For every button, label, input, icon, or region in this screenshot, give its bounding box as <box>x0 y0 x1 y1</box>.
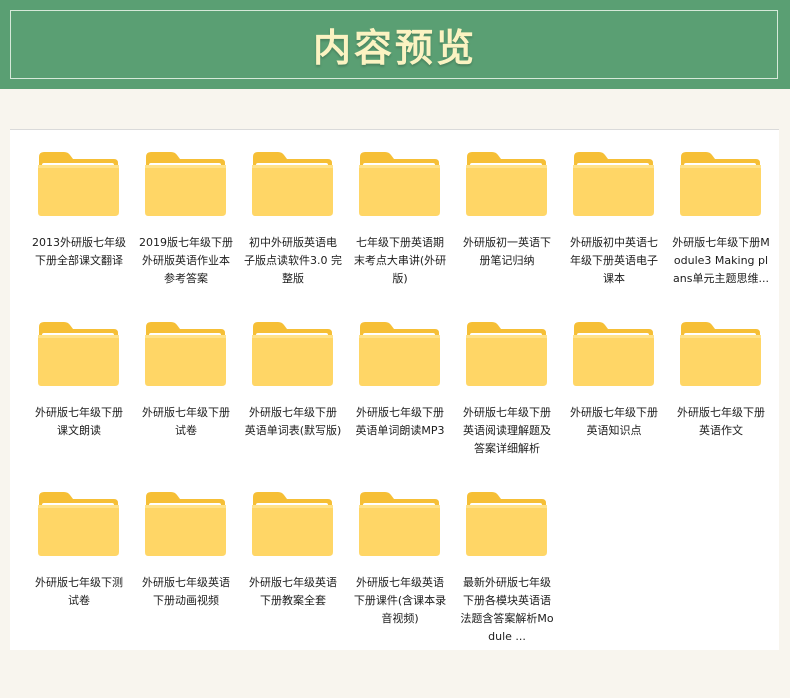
folder-name: 外研版七年级英语下册课件(含课本录音视频) <box>353 576 447 625</box>
folder-item[interactable]: 外研版七年级下册课文朗读 <box>10 300 123 470</box>
folder-icon <box>359 322 440 386</box>
folder-name: 外研版七年级英语下册教案全套 <box>249 576 337 607</box>
folder-name: 外研版七年级下册英语作文 <box>677 406 765 437</box>
folder-item[interactable]: 外研版七年级下册英语单词表(默写版) <box>224 300 341 470</box>
folder-icon <box>466 152 547 216</box>
folder-name: 外研版七年级下册试卷 <box>142 406 230 437</box>
folder-name: 外研版初中英语七年级下册英语电子课本 <box>570 236 658 285</box>
folder-icon <box>38 322 119 386</box>
folder-name: 外研版七年级下册英语单词朗读MP3 <box>355 406 445 437</box>
folder-icon <box>145 152 226 216</box>
folder-item[interactable]: 外研版初中英语七年级下册英语电子课本 <box>545 130 658 300</box>
folder-name: 外研版七年级下测试卷 <box>35 576 123 607</box>
folder-icon <box>145 322 226 386</box>
folder-icon <box>359 152 440 216</box>
folder-icon <box>252 322 333 386</box>
folder-icon <box>680 152 761 216</box>
folder-icon <box>38 152 119 216</box>
folder-name: 初中外研版英语电子版点读软件3.0 完整版 <box>244 236 342 285</box>
folder-name: 外研版七年级下册英语单词表(默写版) <box>244 406 342 437</box>
file-panel: 2013外研版七年级下册全部课文翻译 2019版七年级下册外研版英语作业本参考答… <box>10 129 779 650</box>
folder-icon <box>252 152 333 216</box>
folder-item[interactable]: 外研版七年级英语下册动画视频 <box>117 470 230 640</box>
folder-name: 外研版初一英语下册笔记归纳 <box>463 236 551 267</box>
folder-name: 最新外研版七年级下册各模块英语语法题含答案解析Module ... <box>460 576 554 643</box>
folder-item[interactable]: 外研版七年级下册试卷 <box>117 300 230 470</box>
folder-name: 七年级下册英语期末考点大串讲(外研版) <box>353 236 447 285</box>
folder-item[interactable]: 外研版七年级英语下册教案全套 <box>224 470 337 640</box>
folder-name: 外研版七年级下册英语阅读理解题及答案详细解析 <box>463 406 551 455</box>
folder-name: 外研版七年级英语下册动画视频 <box>142 576 230 607</box>
folder-item[interactable]: 外研版七年级下册英语阅读理解题及答案详细解析 <box>438 300 551 470</box>
folder-name: 外研版七年级下册英语知识点 <box>570 406 658 437</box>
folder-icon <box>145 492 226 556</box>
folder-item[interactable]: 七年级下册英语期末考点大串讲(外研版) <box>331 130 446 300</box>
folder-item[interactable]: 外研版七年级下册英语作文 <box>652 300 765 470</box>
folder-icon <box>466 322 547 386</box>
folder-item[interactable]: 外研版初一英语下册笔记归纳 <box>438 130 551 300</box>
folder-item[interactable]: 外研版七年级英语下册课件(含课本录音视频) <box>331 470 446 640</box>
folder-icon <box>680 322 761 386</box>
folder-item[interactable]: 外研版七年级下册英语单词朗读MP3 <box>331 300 445 470</box>
folder-name: 外研版七年级下册课文朗读 <box>35 406 123 437</box>
folder-icon <box>252 492 333 556</box>
folder-name: 外研版七年级下册Module3 Making plans单元主题思维... <box>672 236 770 285</box>
header-banner: 内容预览 <box>0 0 790 89</box>
folder-icon <box>573 152 654 216</box>
folder-icon <box>38 492 119 556</box>
folder-name: 2019版七年级下册外研版英语作业本参考答案 <box>139 236 233 285</box>
folder-icon <box>359 492 440 556</box>
folder-item[interactable]: 外研版七年级下册英语知识点 <box>545 300 658 470</box>
folder-item[interactable]: 外研版七年级下测试卷 <box>10 470 123 640</box>
folder-item[interactable]: 最新外研版七年级下册各模块英语语法题含答案解析Module ... <box>438 470 554 643</box>
folder-item[interactable]: 初中外研版英语电子版点读软件3.0 完整版 <box>224 130 342 300</box>
folder-item[interactable]: 外研版七年级下册Module3 Making plans单元主题思维... <box>652 130 770 300</box>
folder-name: 2013外研版七年级下册全部课文翻译 <box>32 236 126 267</box>
folder-item[interactable]: 2019版七年级下册外研版英语作业本参考答案 <box>117 130 233 300</box>
page-title: 内容预览 <box>312 25 477 70</box>
folder-item[interactable]: 2013外研版七年级下册全部课文翻译 <box>10 130 126 300</box>
folder-icon <box>573 322 654 386</box>
folder-icon <box>466 492 547 556</box>
